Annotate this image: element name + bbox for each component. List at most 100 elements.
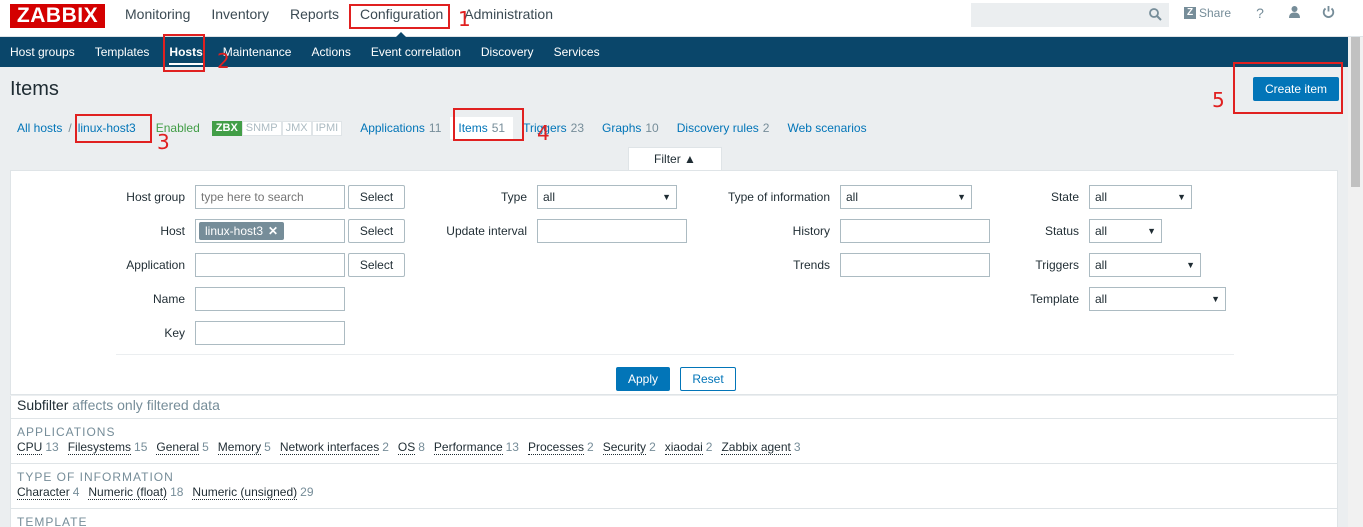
- trends-input[interactable]: [840, 253, 990, 277]
- type-label: Type: [500, 190, 527, 204]
- type-of-information-value: all: [846, 190, 859, 204]
- update-interval-input[interactable]: [537, 219, 687, 243]
- subfilter-application-item[interactable]: General 5: [156, 440, 209, 455]
- subnav-actions[interactable]: Actions: [311, 37, 350, 67]
- subfilter-application-item-name: Filesystems: [67, 440, 132, 455]
- subfilter-type-heading: TYPE OF INFORMATION: [17, 470, 174, 484]
- name-label: Name: [152, 292, 185, 306]
- nav-inventory[interactable]: Inventory: [211, 0, 269, 37]
- application-select-button[interactable]: Select: [348, 253, 405, 277]
- subfilter-application-item-name: xiaodai: [664, 440, 703, 455]
- subfilter-type-item[interactable]: Character 4: [17, 485, 79, 500]
- badge-jmx: JMX: [281, 120, 312, 136]
- global-search-input[interactable]: [971, 3, 1169, 27]
- subfilter-applications-heading: APPLICATIONS: [17, 425, 116, 439]
- top-right-tools: Z Share ?: [1184, 5, 1355, 21]
- subfilter-application-item[interactable]: Filesystems 15: [67, 440, 147, 455]
- name-input[interactable]: [195, 287, 345, 311]
- host-group-input[interactable]: [195, 185, 345, 209]
- template-select-value: all: [1095, 292, 1108, 306]
- history-input[interactable]: [840, 219, 990, 243]
- type-of-information-select[interactable]: all ▼: [840, 185, 972, 209]
- template-label: Template: [1030, 292, 1079, 306]
- host-group-label: Host group: [126, 190, 185, 204]
- tab-applications[interactable]: Applications 11: [360, 121, 441, 135]
- subnav-discovery[interactable]: Discovery: [481, 37, 534, 67]
- subfilter-application-item-count: 5: [264, 440, 271, 454]
- subfilter-application-item-name: Memory: [217, 440, 262, 455]
- tab-graphs[interactable]: Graphs 10: [602, 121, 659, 135]
- subfilter-application-item[interactable]: xiaodai 2: [664, 440, 712, 455]
- help-icon[interactable]: ?: [1253, 5, 1267, 21]
- subnav-maintenance[interactable]: Maintenance: [223, 37, 292, 67]
- subfilter-application-item-name: OS: [397, 440, 416, 455]
- host-label: Host: [160, 224, 185, 238]
- nav-reports[interactable]: Reports: [290, 0, 339, 37]
- nav-administration[interactable]: Administration: [464, 0, 553, 37]
- subfilter-application-item-count: 13: [505, 440, 519, 454]
- subfilter-application-item[interactable]: OS 8: [397, 440, 425, 455]
- apply-button[interactable]: Apply: [616, 367, 670, 391]
- triggers-select[interactable]: all ▼: [1089, 253, 1201, 277]
- subnav-templates[interactable]: Templates: [95, 37, 150, 67]
- subfilter-application-item-name: Network interfaces: [279, 440, 380, 455]
- state-select[interactable]: all ▼: [1089, 185, 1192, 209]
- status-select[interactable]: all ▼: [1089, 219, 1162, 243]
- power-icon[interactable]: [1321, 5, 1335, 21]
- subfilter-type-item-name: Numeric (float): [88, 485, 168, 500]
- subfilter-application-item[interactable]: Processes 2: [527, 440, 594, 455]
- tab-web-scenarios[interactable]: Web scenarios: [787, 121, 866, 135]
- nav-monitoring[interactable]: Monitoring: [125, 0, 190, 37]
- subfilter-application-item-name: General: [156, 440, 200, 455]
- filter-toggle-tab[interactable]: Filter ▲: [628, 147, 722, 171]
- annotation-number-2: 2: [217, 49, 230, 73]
- subnav-event-correlation[interactable]: Event correlation: [371, 37, 461, 67]
- host-select-button[interactable]: Select: [348, 219, 405, 243]
- subfilter-application-item[interactable]: Security 2: [602, 440, 656, 455]
- subfilter-type-item[interactable]: Numeric (unsigned) 29: [192, 485, 314, 500]
- subnav-host-groups[interactable]: Host groups: [10, 37, 75, 67]
- subfilter-type-item[interactable]: Numeric (float) 18: [88, 485, 183, 500]
- type-of-information-label: Type of information: [727, 190, 830, 204]
- subfilter-application-item[interactable]: Memory 5: [217, 440, 271, 455]
- host-group-select-button[interactable]: Select: [348, 185, 405, 209]
- type-select[interactable]: all ▼: [537, 185, 677, 209]
- application-input[interactable]: [195, 253, 345, 277]
- tab-discovery-rules-count: 2: [762, 121, 770, 135]
- annotation-number-3: 3: [157, 130, 170, 154]
- subfilter-type-item-name: Character: [17, 485, 70, 500]
- subfilter-application-item[interactable]: Zabbix agent 3: [721, 440, 801, 455]
- subfilter-application-item-name: Performance: [433, 440, 503, 455]
- subfilter-template-heading: TEMPLATE: [17, 515, 88, 527]
- tab-discovery-rules[interactable]: Discovery rules 2: [677, 121, 770, 135]
- host-input[interactable]: linux-host3 ✕: [195, 219, 345, 243]
- search-icon[interactable]: [1149, 8, 1162, 24]
- subfilter-application-item[interactable]: CPU 13: [17, 440, 59, 455]
- share-link[interactable]: Z Share: [1184, 6, 1231, 20]
- subfilter-template: TEMPLATE: [10, 508, 1338, 527]
- subnav-services[interactable]: Services: [554, 37, 600, 67]
- tab-triggers[interactable]: Triggers 23: [523, 121, 584, 135]
- tab-triggers-count: 23: [570, 121, 585, 135]
- subfilter-application-item-name: CPU: [17, 440, 43, 455]
- scrollbar-thumb[interactable]: [1351, 37, 1360, 187]
- template-select[interactable]: all ▼: [1089, 287, 1226, 311]
- trends-label: Trends: [793, 258, 830, 272]
- subfilter-application-item[interactable]: Network interfaces 2: [279, 440, 389, 455]
- tab-discovery-rules-label: Discovery rules: [676, 121, 759, 135]
- zabbix-share-icon: Z: [1184, 7, 1196, 19]
- key-input[interactable]: [195, 321, 345, 345]
- user-icon[interactable]: [1287, 5, 1301, 21]
- remove-chip-icon[interactable]: ✕: [268, 224, 278, 238]
- chevron-down-icon: ▼: [662, 192, 671, 202]
- page-scrollbar[interactable]: [1348, 37, 1363, 527]
- key-label: Key: [164, 326, 185, 340]
- breadcrumb-all-hosts[interactable]: All hosts: [17, 121, 62, 135]
- subfilter-heading: Subfilter: [17, 397, 69, 413]
- zabbix-logo[interactable]: ZABBIX: [10, 4, 105, 28]
- reset-button[interactable]: Reset: [680, 367, 736, 391]
- annotation-box-hosts: [163, 34, 205, 72]
- annotation-number-5: 5: [1212, 88, 1225, 112]
- tab-applications-count: 11: [428, 121, 442, 135]
- subfilter-application-item[interactable]: Performance 13: [433, 440, 519, 455]
